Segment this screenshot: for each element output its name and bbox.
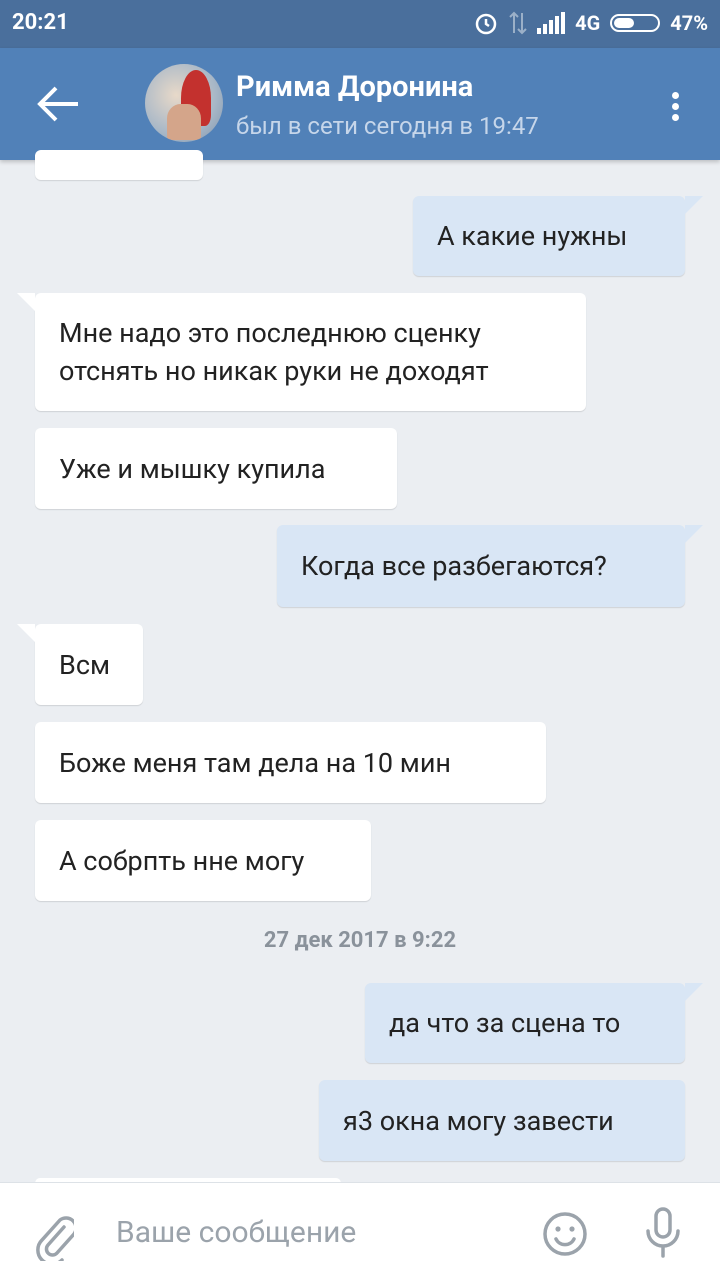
message-bubble-outgoing[interactable]: Когда все разбегаются?: [277, 525, 703, 607]
data-arrows-icon: [509, 11, 527, 35]
battery-percent: 47%: [670, 11, 708, 35]
message-bubble-incoming[interactable]: Мне надо это последнюю сценку отснять но…: [17, 293, 586, 411]
message-text: А какие нужны: [437, 220, 628, 252]
last-seen-status: был в сети сегодня в 19:47: [236, 112, 539, 140]
signal-icon: [537, 12, 566, 34]
network-type: 4G: [575, 11, 601, 35]
message-bubble-incoming[interactable]: Уже и мышку купила: [35, 428, 397, 509]
mic-icon[interactable]: [640, 1207, 686, 1259]
message-text: Мне надо это последнюю сценку отснять но…: [59, 317, 489, 387]
message-bubble-incoming[interactable]: Боже меня там дела на 10 мин: [35, 722, 546, 803]
back-arrow-icon[interactable]: [34, 84, 80, 124]
message-text: Когда все разбегаются?: [301, 550, 607, 582]
chat-header: Римма Доронина был в сети сегодня в 19:4…: [0, 48, 720, 160]
avatar[interactable]: [145, 64, 223, 142]
message-text: Уже и мышку купила: [59, 452, 326, 485]
message-text: А собрпть нне могу: [59, 844, 305, 877]
date-separator: 27 дек 2017 в 9:22: [263, 928, 457, 953]
battery-icon: [610, 14, 661, 32]
message-text: Всм: [59, 648, 110, 681]
message-bubble-outgoing[interactable]: да что за сцена то: [365, 983, 703, 1063]
message-bubble-outgoing[interactable]: я3 окна могу завести: [319, 1080, 685, 1161]
message-bubble-incoming[interactable]: А собрпть нне могу: [35, 820, 371, 901]
status-bar: 20:21 4G 47%: [0, 0, 720, 48]
attach-icon[interactable]: [34, 1213, 74, 1261]
message-text: я3 окна могу завести: [343, 1104, 614, 1137]
message-text: Боже меня там дела на 10 мин: [59, 746, 451, 779]
message-bubble-outgoing[interactable]: А какие нужны: [413, 196, 703, 276]
more-vert-icon[interactable]: [660, 88, 690, 128]
emoji-icon[interactable]: [542, 1211, 588, 1257]
message-bubble-partial: [35, 150, 203, 180]
message-text: да что за сцена то: [389, 1007, 621, 1039]
status-time: 20:21: [12, 10, 69, 35]
message-input[interactable]: Ваше сообщение: [116, 1215, 356, 1250]
status-indicators: 4G 47%: [473, 10, 708, 36]
message-bubble-incoming[interactable]: Всм: [17, 624, 143, 705]
contact-name[interactable]: Римма Доронина: [236, 70, 473, 104]
message-input-bar: Ваше сообщение: [0, 1182, 720, 1281]
alarm-icon: [475, 13, 497, 35]
